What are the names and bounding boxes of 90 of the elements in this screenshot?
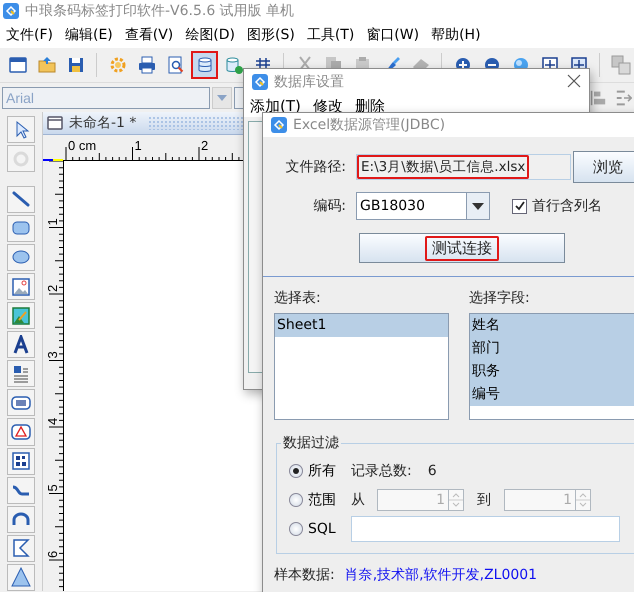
list-item[interactable]: Sheet1 (275, 314, 448, 337)
ruler-label: 2 (45, 284, 60, 292)
rotate-icon (11, 148, 31, 169)
polygon-icon (11, 538, 31, 558)
menu-item[interactable]: 添加(T) (244, 96, 307, 116)
list-label: 选择字段: (469, 289, 531, 307)
ruler-label: 2 (201, 138, 208, 153)
radio-button[interactable]: SQL (289, 520, 351, 536)
ruler-label: 3 (45, 351, 60, 358)
menu-item[interactable]: 窗口(W) (360, 26, 426, 44)
file-path-field[interactable]: E:\3月\数据\员工信息.xlsx (356, 154, 571, 180)
from-label: 从 (351, 490, 365, 508)
count-label: 记录总数: (351, 462, 412, 480)
ruler-label: 1 (134, 138, 142, 153)
indent-icon (616, 90, 632, 106)
tool-button[interactable] (7, 302, 35, 330)
sample-label: 样本数据: (274, 566, 335, 584)
browse-button[interactable]: 浏览 (573, 151, 634, 183)
gear-icon (108, 55, 128, 75)
list-label: 选择表: (274, 289, 322, 307)
list-item[interactable]: 编号 (470, 383, 634, 406)
tool-button[interactable] (7, 214, 35, 242)
encoding-select[interactable]: GB18030 (356, 192, 490, 220)
layers-icon (610, 55, 631, 75)
window-icon (47, 116, 63, 130)
tool-button[interactable] (7, 331, 35, 358)
caret-icon (217, 94, 227, 100)
align-left-icon (590, 90, 606, 106)
folder-icon (36, 55, 57, 75)
qr-code-icon (11, 451, 31, 472)
tool-button[interactable] (7, 360, 35, 388)
menu-item[interactable]: 删除 (348, 96, 391, 116)
tool-button[interactable] (7, 273, 35, 300)
menu-item[interactable]: 图形(S) (241, 26, 301, 44)
toolbar-button[interactable] (191, 51, 218, 79)
tool-button[interactable] (7, 564, 35, 591)
tool-button[interactable] (7, 506, 35, 533)
menu-item[interactable]: 查看(V) (118, 26, 180, 44)
tool-button[interactable] (7, 244, 35, 272)
app-logo-icon (271, 117, 287, 133)
tool-button[interactable] (7, 389, 35, 416)
checkbox-label: 首行含列名 (532, 197, 602, 215)
count-value: 6 (428, 462, 437, 478)
group-label: 数据过滤 (282, 434, 340, 452)
tool-button[interactable] (7, 116, 35, 144)
to-label: 到 (477, 490, 491, 508)
list-item[interactable]: 部门 (470, 337, 634, 360)
line-icon (11, 189, 31, 210)
rich-text-icon (11, 364, 31, 384)
sql-input[interactable] (351, 516, 620, 542)
app-logo-icon (252, 74, 268, 90)
tool-button[interactable] (7, 448, 35, 475)
field-label: 编码: (312, 197, 346, 215)
dialog-title: Excel数据源管理(JDBC) (293, 116, 446, 134)
tool-button[interactable] (7, 418, 35, 446)
field-label: 文件路径: (284, 158, 346, 176)
sample-value: 肖奈,技术部,软件开发,ZL0001 (344, 566, 538, 584)
menu-item[interactable]: 工具(T) (300, 26, 360, 44)
picture-icon (11, 306, 31, 326)
menu-item[interactable]: 帮助(H) (425, 26, 487, 44)
dialog-title: 数据库设置 (274, 73, 344, 91)
spinner-arrows-icon (575, 490, 590, 510)
menu-item[interactable]: 绘图(D) (179, 26, 241, 44)
image-icon (11, 276, 31, 297)
ruler-label: 1 (45, 218, 60, 226)
caret-icon (472, 202, 484, 210)
ruler-label: 0 cm (68, 138, 96, 153)
list-item[interactable]: 姓名 (470, 314, 634, 337)
ruler-label: 6 (45, 550, 60, 558)
app-logo-icon (3, 3, 19, 19)
radio-button[interactable]: 所有 (289, 462, 351, 480)
printer-icon (136, 55, 157, 75)
list-item[interactable]: 职务 (470, 360, 634, 383)
tool-button[interactable] (7, 534, 35, 562)
triangle-icon (11, 567, 31, 588)
ruler-label: 4 (45, 418, 60, 425)
tool-button[interactable] (7, 476, 35, 504)
menu-item[interactable]: 文件(F) (0, 26, 59, 44)
radio-button[interactable]: 范围 (289, 490, 351, 508)
spinner-arrows-icon (448, 490, 463, 510)
letter-icon (11, 334, 31, 355)
tool-button[interactable] (7, 186, 35, 213)
checkbox[interactable] (512, 198, 527, 214)
test-connection-button[interactable]: 测试连接 (359, 233, 565, 263)
ruler-label: 5 (45, 484, 60, 492)
magnifier-page-icon (166, 55, 186, 75)
window-title: 中琅条码标签打印软件-V6.5.6 试用版 单机 (25, 2, 294, 20)
menu-item[interactable]: 编辑(E) (58, 26, 119, 44)
document-tab[interactable]: 未命名-1 * (69, 114, 142, 132)
window-icon (8, 55, 28, 75)
